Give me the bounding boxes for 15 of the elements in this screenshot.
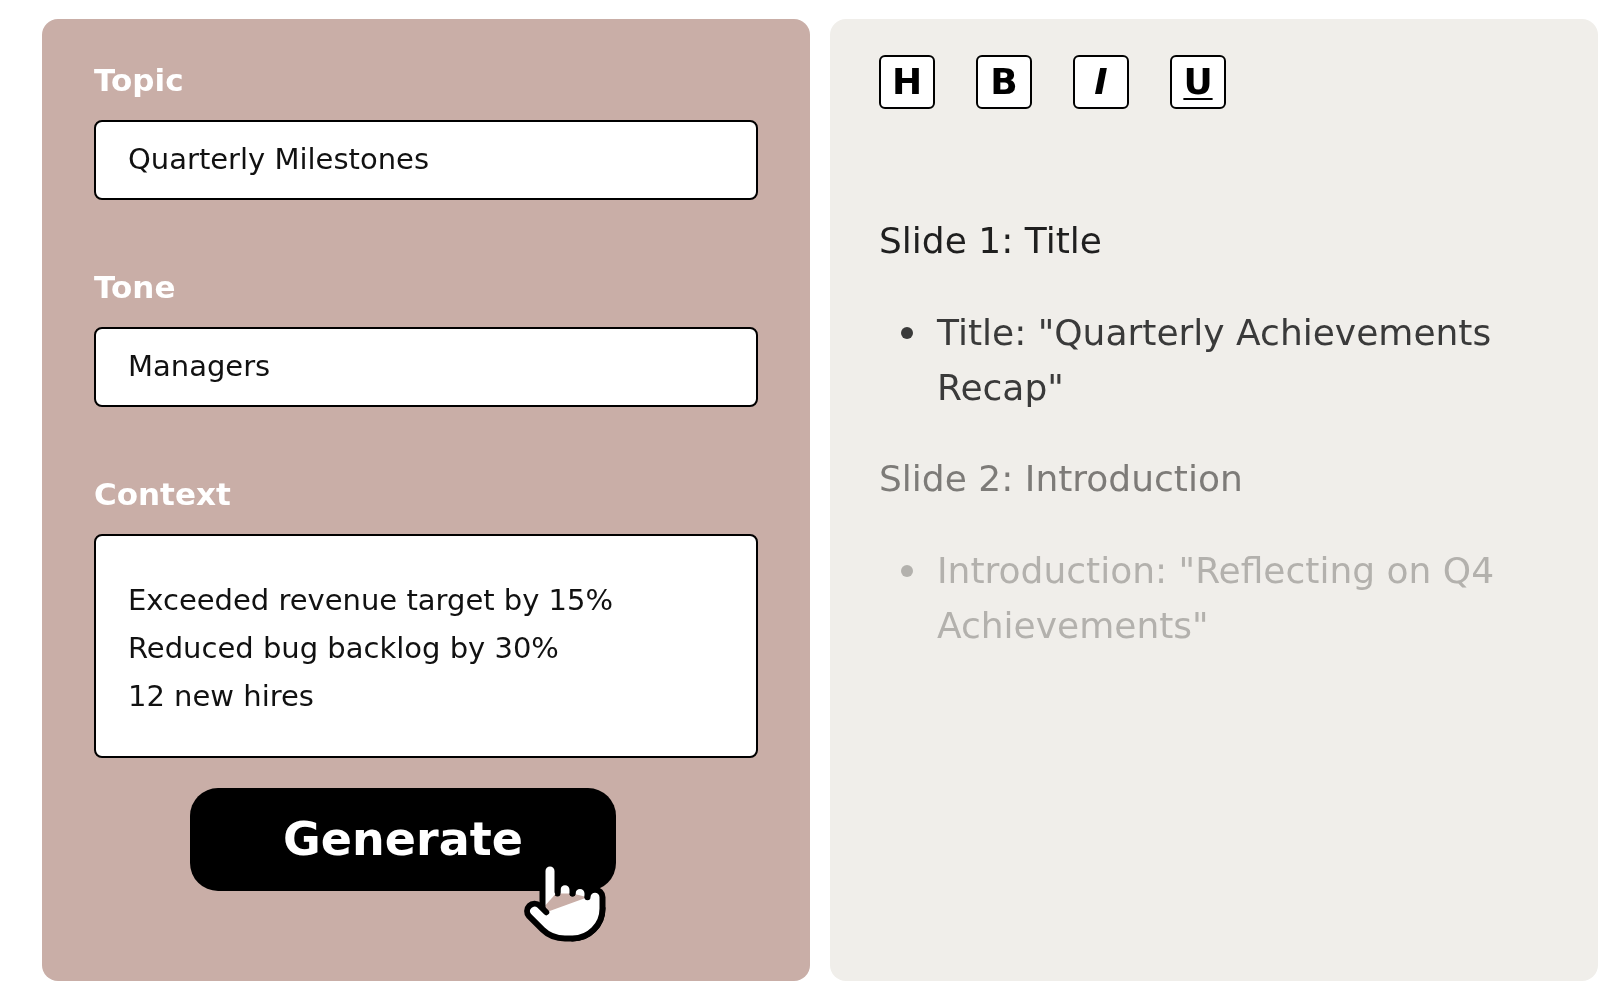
field-label: Context: [94, 479, 232, 510]
format-button[interactable]: B: [976, 55, 1032, 109]
field-label: Tone: [94, 272, 177, 303]
bullet-text: Title: "Quarterly Achievements Recap": [937, 311, 1493, 410]
field-label: Topic: [94, 65, 185, 96]
slide-heading: Slide 1: Title: [879, 223, 1103, 259]
generate-button[interactable]: Generate: [190, 788, 616, 891]
input-field[interactable]: Quarterly Milestones: [94, 120, 758, 200]
format-button[interactable]: U: [1170, 55, 1226, 109]
format-button[interactable]: H: [879, 55, 935, 109]
input-field[interactable]: Managers: [94, 327, 758, 407]
format-button[interactable]: I: [1073, 55, 1129, 109]
bullet-text: Introduction: "Reflecting on Q4 Achievements": [937, 549, 1496, 648]
context-field[interactable]: Exceeded revenue target by 15% Reduced bug backlog by 30% 12 new hires: [94, 534, 758, 758]
slide-heading: Slide 2: Introduction: [879, 461, 1244, 497]
